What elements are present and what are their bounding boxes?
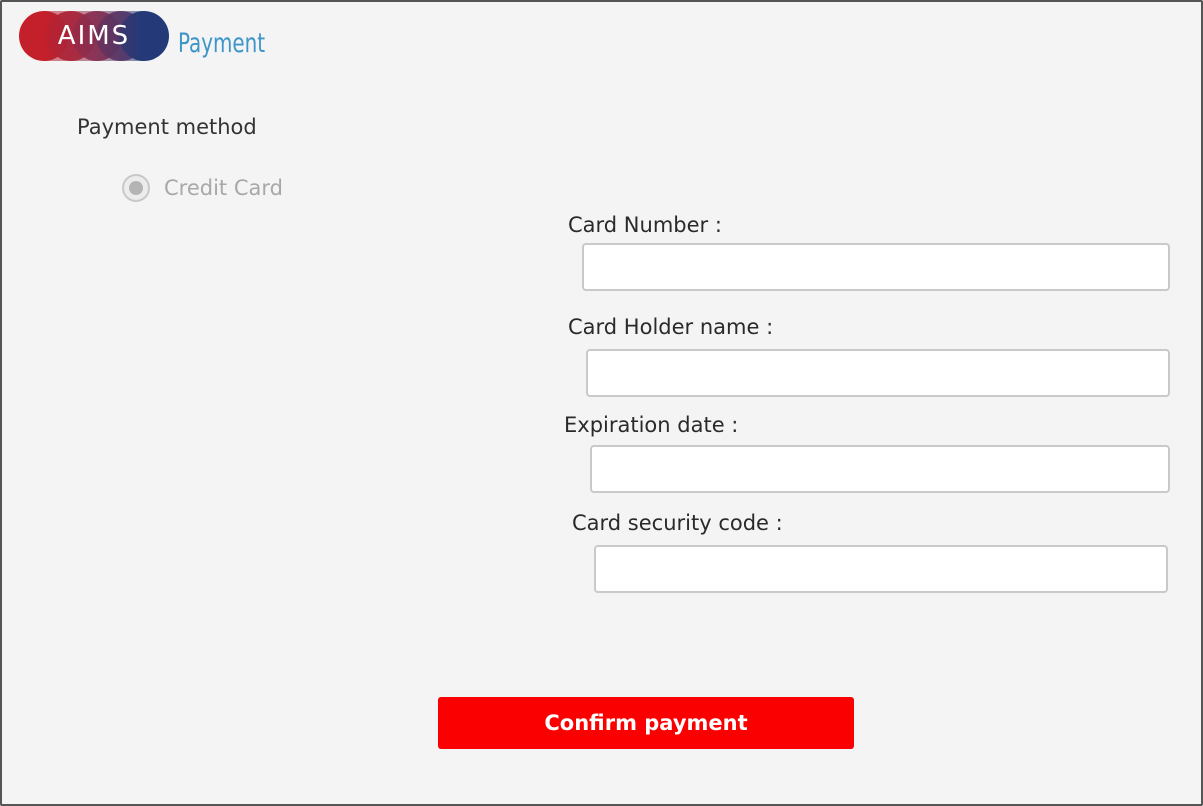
- card-holder-label: Card Holder name :: [568, 315, 774, 339]
- aims-logo: AIMS: [19, 11, 169, 61]
- page-title: Payment: [178, 28, 266, 59]
- card-holder-input[interactable]: [586, 349, 1170, 397]
- credit-card-radio-label: Credit Card: [164, 176, 283, 200]
- logo-text: AIMS: [57, 21, 131, 51]
- security-code-label: Card security code :: [572, 511, 783, 535]
- credit-card-radio[interactable]: [122, 174, 150, 202]
- expiration-date-input[interactable]: [590, 445, 1170, 493]
- expiration-date-label: Expiration date :: [564, 413, 739, 437]
- payment-method-label: Payment method: [77, 115, 257, 139]
- confirm-payment-button[interactable]: Confirm payment: [438, 697, 854, 749]
- radio-selected-indicator: [129, 181, 143, 195]
- payment-window: AIMS Payment Payment method Credit Card …: [0, 0, 1203, 806]
- security-code-input[interactable]: [594, 545, 1168, 593]
- card-number-input[interactable]: [582, 243, 1170, 291]
- payment-option-credit-card[interactable]: Credit Card: [122, 171, 283, 205]
- card-number-label: Card Number :: [568, 213, 722, 237]
